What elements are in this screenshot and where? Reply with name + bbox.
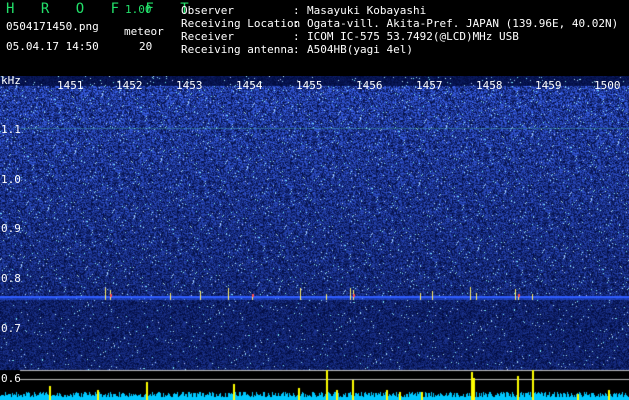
info-row-receiver: Receiver: ICOM IC-575 53.7492(@LCD)MHz US…: [181, 30, 519, 43]
freq-label-0.9: 0.9: [1, 222, 21, 235]
station-info: Observer: Masayuki Kobayashi Receiving Lo…: [181, 4, 618, 56]
time-label-1454: 1454: [236, 79, 263, 92]
info-row-antenna: Receiving antenna: A504HB(yagi 4el): [181, 43, 413, 56]
time-label-1457: 1457: [416, 79, 443, 92]
file-name: 0504171450.png: [6, 20, 99, 33]
info-row-location: Receiving Location: Ogata-vill. Akita-Pre…: [181, 17, 619, 30]
time-label-1456: 1456: [356, 79, 383, 92]
time-label-1458: 1458: [476, 79, 503, 92]
header-panel: H R O F F T 1.00 0504171450.png 05.04.17…: [0, 0, 629, 76]
time-label-1451: 1451: [57, 79, 84, 92]
spectrogram-canvas: [0, 76, 629, 400]
time-label-1453: 1453: [176, 79, 203, 92]
meteor-count: 20: [139, 40, 153, 53]
app-version: 1.00: [125, 3, 152, 16]
freq-label-1.0: 1.0: [1, 173, 21, 186]
freq-label-0.7: 0.7: [1, 322, 21, 335]
info-row-observer: Observer: Masayuki Kobayashi: [181, 4, 427, 17]
time-label-1500: 1500: [594, 79, 621, 92]
time-label-1459: 1459: [535, 79, 562, 92]
freq-label-0.8: 0.8: [1, 272, 21, 285]
freq-label-0.6: 0.6: [1, 372, 21, 385]
time-label-1452: 1452: [116, 79, 143, 92]
date-time: 05.04.17 14:50: [6, 40, 99, 53]
app-title: H R O F F T: [6, 1, 198, 17]
freq-label-1.1: 1.1: [1, 123, 21, 136]
meteor-label: meteor: [124, 25, 164, 38]
time-label-1455: 1455: [296, 79, 323, 92]
axis-unit-label: kHz: [1, 74, 21, 87]
